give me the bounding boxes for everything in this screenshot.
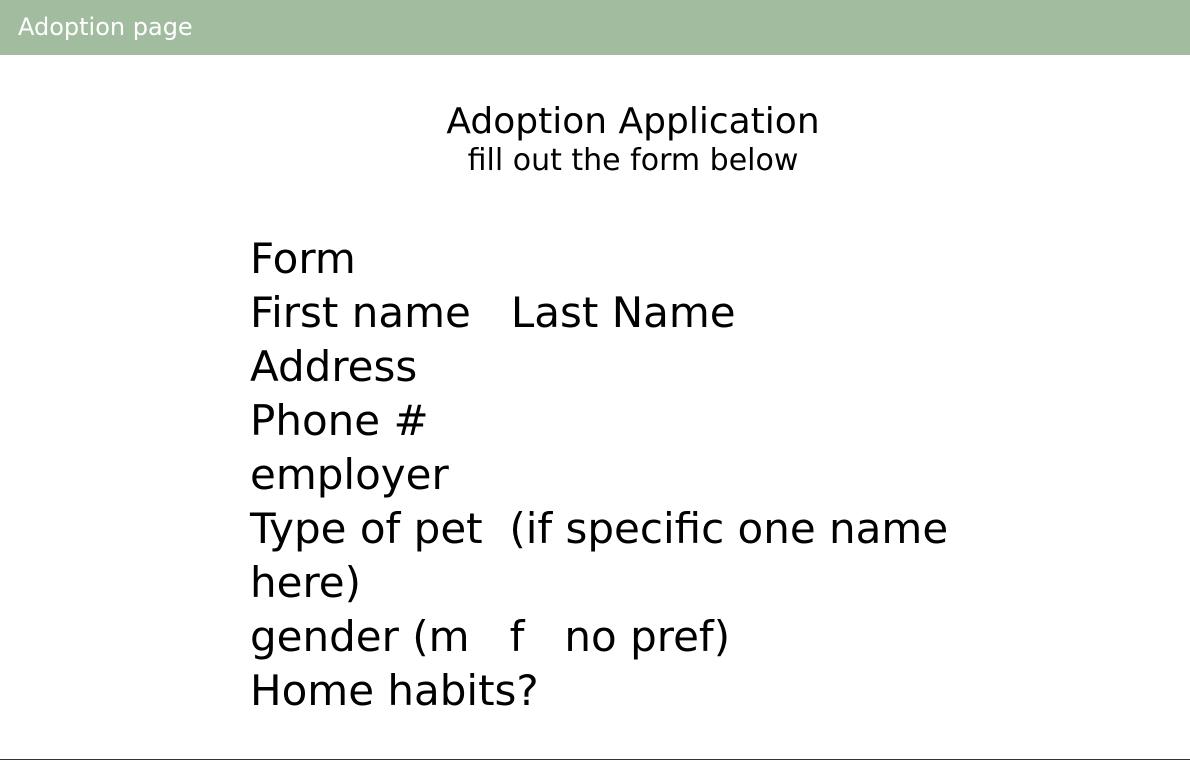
name-fields-label: First name Last Name xyxy=(250,288,736,337)
top-bar: Adoption page xyxy=(0,0,1190,55)
application-title: Adoption Application xyxy=(446,101,820,142)
form-heading: Form xyxy=(250,234,356,283)
gender-label: gender (m f no pref) xyxy=(250,612,731,661)
employer-label: employer xyxy=(250,450,449,499)
address-label: Address xyxy=(250,342,418,391)
page-title: Adoption page xyxy=(18,13,193,41)
pet-type-label-continued: here) xyxy=(250,558,362,607)
application-header: Adoption Application fill out the form b… xyxy=(0,100,1190,178)
adoption-page: Adoption page Adoption Application fill … xyxy=(0,0,1190,760)
pet-type-label: Type of pet (if specific one name xyxy=(250,504,949,553)
phone-label: Phone # xyxy=(250,396,429,445)
home-habits-label: Home habits? xyxy=(250,666,539,715)
adoption-form: Form First name Last Name Address Phone … xyxy=(250,232,990,718)
application-subtitle: fill out the form below xyxy=(467,143,799,178)
